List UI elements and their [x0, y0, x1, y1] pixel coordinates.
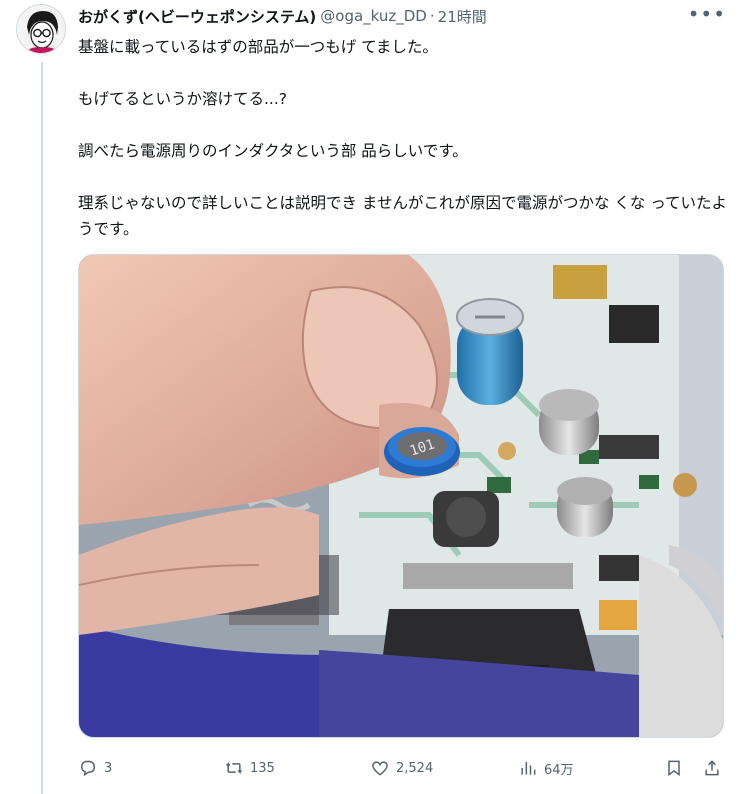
- heart-icon: [372, 761, 388, 776]
- reply-icon: [80, 760, 96, 777]
- tweet-paragraph: 調べたら電源周りのインダクタという部 品らしいです。: [78, 142, 468, 160]
- avatar[interactable]: [16, 4, 66, 54]
- reply-count: 3: [104, 760, 113, 776]
- more-options-icon[interactable]: •••: [688, 2, 726, 26]
- analytics-icon: [521, 762, 536, 775]
- header-separator: ·: [429, 7, 435, 25]
- share-button[interactable]: [702, 756, 722, 780]
- author-handle[interactable]: @oga_kuz_DD: [320, 7, 427, 25]
- retweet-button[interactable]: 135: [224, 756, 275, 780]
- views-count: 64万: [544, 762, 574, 778]
- thread-line: [41, 62, 43, 794]
- author-display-name[interactable]: おがくず(ヘビーウェポンシステム): [78, 6, 316, 27]
- tweet-text: 基盤に載っているはずの部品が一つもげ てました。 もげてるというか溶けてる...…: [78, 34, 728, 242]
- tweet-paragraph: もげてるというか溶けてる...?: [78, 90, 288, 108]
- views-button[interactable]: 64万: [518, 756, 574, 780]
- circuit-board-photo: 101: [79, 255, 723, 737]
- bookmark-icon: [668, 760, 680, 777]
- action-bar: 3 135 2,524 64万: [78, 756, 728, 780]
- retweet-count: 135: [250, 760, 275, 776]
- tweet-photo[interactable]: 101: [78, 254, 724, 738]
- tweet-header: おがくず(ヘビーウェポンシステム) @oga_kuz_DD · 21時間: [78, 5, 702, 27]
- retweet-icon: [225, 762, 243, 774]
- like-count: 2,524: [396, 760, 434, 776]
- post-time[interactable]: 21時間: [438, 6, 487, 27]
- reply-button[interactable]: 3: [78, 756, 112, 780]
- tweet-paragraph: 理系じゃないので詳しいことは説明でき ませんがこれが原因で電源がつかな くな っ…: [78, 194, 728, 238]
- tweet-paragraph: 基盤に載っているはずの部品が一つもげ てました。: [78, 38, 438, 56]
- share-icon: [705, 760, 719, 776]
- like-button[interactable]: 2,524: [370, 756, 433, 780]
- bookmark-button[interactable]: [664, 756, 684, 780]
- avatar-illustration: [17, 5, 65, 53]
